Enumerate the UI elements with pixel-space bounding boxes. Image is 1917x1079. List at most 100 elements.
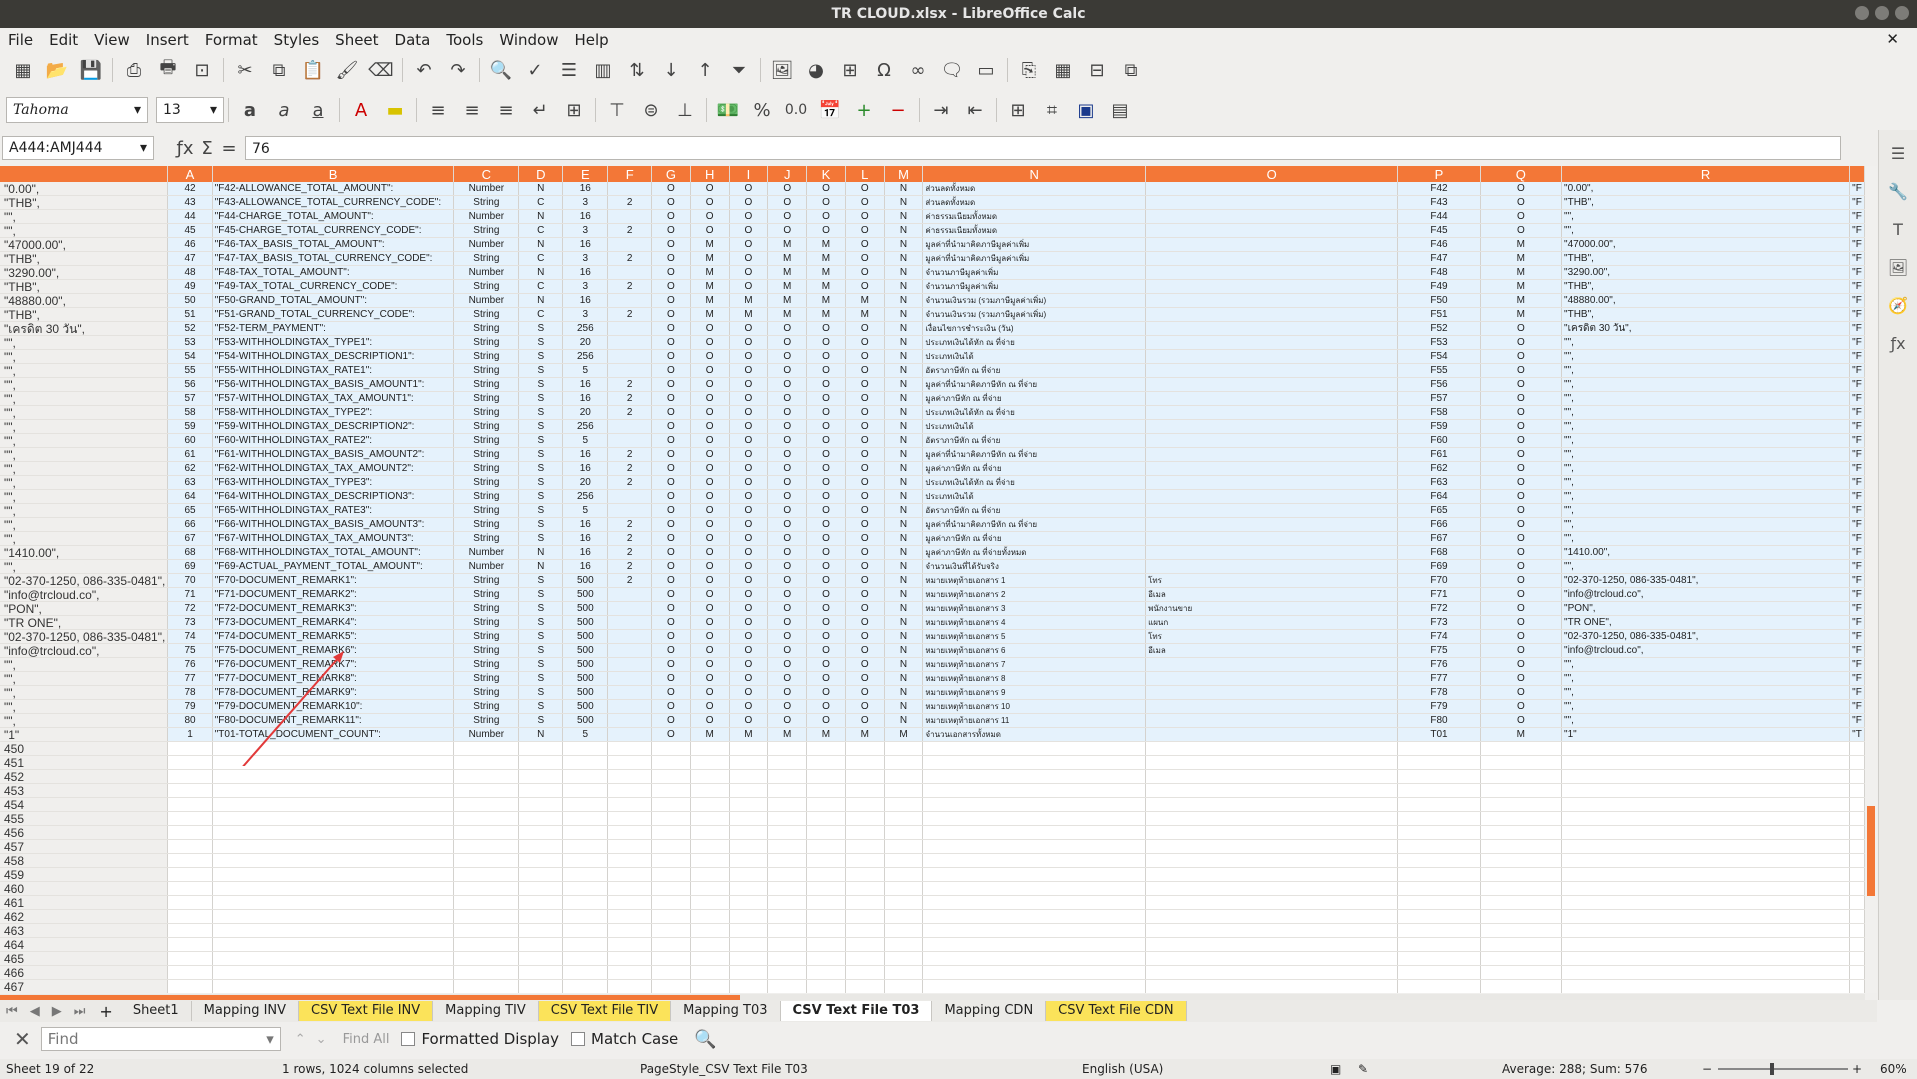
empty-cell[interactable]	[1849, 769, 1865, 784]
menu-format[interactable]: Format	[197, 31, 266, 49]
cell-g[interactable]: O	[651, 251, 691, 266]
cell-p[interactable]: F57	[1397, 391, 1481, 406]
empty-cell[interactable]	[729, 895, 769, 910]
empty-cell[interactable]	[1849, 979, 1865, 993]
cell-b[interactable]: "F47-TAX_BASIS_TOTAL_CURRENCY_CODE":	[212, 251, 455, 266]
empty-cell[interactable]	[729, 965, 769, 980]
empty-cell[interactable]	[690, 923, 730, 938]
cell-b[interactable]: "F73-DOCUMENT_REMARK4":	[212, 615, 455, 630]
empty-cell[interactable]	[607, 951, 653, 966]
table-row[interactable]: "", 63 "F63-WITHHOLDINGTAX_TYPE3": String S 2…	[0, 475, 1865, 490]
cell-r[interactable]: "PON",	[1561, 601, 1851, 616]
cell-f[interactable]: 2	[607, 405, 653, 420]
cell-s[interactable]: "F	[1849, 419, 1865, 434]
cell-b[interactable]: "F53-WITHHOLDINGTAX_TYPE1":	[212, 335, 455, 350]
cell-a[interactable]: 59	[167, 419, 213, 434]
empty-cell[interactable]	[1849, 937, 1865, 952]
empty-cell[interactable]	[1397, 797, 1481, 812]
cell-g[interactable]: O	[651, 349, 691, 364]
cell-k[interactable]: O	[806, 685, 846, 700]
empty-cell[interactable]	[1145, 839, 1399, 854]
cell-k[interactable]: O	[806, 531, 846, 546]
empty-cell[interactable]	[806, 853, 846, 868]
cell-j[interactable]: M	[767, 727, 808, 742]
row-header[interactable]: "",	[0, 461, 169, 476]
cell-m[interactable]: N	[884, 587, 924, 602]
row-header[interactable]: "THB",	[0, 279, 169, 294]
empty-cell[interactable]	[562, 895, 609, 910]
cell-e[interactable]: 3	[562, 279, 609, 294]
cell-a[interactable]: 64	[167, 489, 213, 504]
row-header[interactable]: 462	[0, 909, 169, 924]
properties-icon[interactable]: 🔧	[1886, 182, 1910, 206]
cell-s[interactable]: "F	[1849, 671, 1865, 686]
cell-i[interactable]: O	[729, 559, 769, 574]
cell-r[interactable]: "info@trcloud.co",	[1561, 587, 1851, 602]
cell-n[interactable]: ค่าธรรมเนียมทั้งหมด	[922, 209, 1147, 224]
table-row[interactable]: "1" 1 "T01-TOTAL_DOCUMENT_COUNT": Number N 5 O…	[0, 727, 1865, 742]
cell-f[interactable]: 2	[607, 573, 653, 588]
cell-d[interactable]: N	[518, 182, 564, 196]
table-row[interactable]: "TR ONE", 73 "F73-DOCUMENT_REMARK4": String…	[0, 615, 1865, 630]
empty-cell[interactable]	[1480, 909, 1563, 924]
sort-icon[interactable]: ⇅	[624, 57, 650, 83]
cell-n[interactable]: มูลค่าที่นำมาคิดภาษีมูลค่าเพิ่ม	[922, 237, 1147, 252]
cell-k[interactable]: O	[806, 713, 846, 728]
table-row[interactable]: 458	[0, 853, 1865, 868]
cell-l[interactable]: O	[845, 251, 885, 266]
cell-c[interactable]: String	[453, 405, 520, 420]
cell-h[interactable]: O	[690, 601, 730, 616]
cell-q[interactable]: O	[1480, 363, 1563, 378]
cell-s[interactable]: "F	[1849, 657, 1865, 672]
cell-i[interactable]: O	[729, 182, 769, 196]
cell-k[interactable]: O	[806, 559, 846, 574]
cell-r[interactable]: "info@trcloud.co",	[1561, 643, 1851, 658]
empty-cell[interactable]	[729, 755, 769, 770]
cell-s[interactable]: "F	[1849, 489, 1865, 504]
cell-n[interactable]: จำนวนภาษีมูลค่าเพิ่ม	[922, 279, 1147, 294]
empty-cell[interactable]	[607, 797, 653, 812]
cell-i[interactable]: O	[729, 251, 769, 266]
cell-e[interactable]: 16	[562, 377, 609, 392]
cell-i[interactable]: O	[729, 531, 769, 546]
cell-h[interactable]: M	[690, 251, 730, 266]
cell-m[interactable]: N	[884, 699, 924, 714]
cell-f[interactable]	[607, 727, 653, 742]
cell-f[interactable]: 2	[607, 223, 653, 238]
cell-m[interactable]: N	[884, 363, 924, 378]
cell-l[interactable]: O	[845, 657, 885, 672]
cell-l[interactable]: O	[845, 433, 885, 448]
empty-cell[interactable]	[1849, 811, 1865, 826]
cell-d[interactable]: N	[518, 209, 564, 224]
cell-s[interactable]: "F	[1849, 531, 1865, 546]
cell-m[interactable]: N	[884, 251, 924, 266]
cell-m[interactable]: N	[884, 671, 924, 686]
cell-m[interactable]: N	[884, 657, 924, 672]
cell-b[interactable]: "F44-CHARGE_TOTAL_AMOUNT":	[212, 209, 455, 224]
cell-o[interactable]	[1145, 531, 1399, 546]
empty-cell[interactable]	[562, 951, 609, 966]
empty-cell[interactable]	[607, 825, 653, 840]
cell-c[interactable]: Number	[453, 182, 520, 196]
cell-i[interactable]: O	[729, 377, 769, 392]
cell-e[interactable]: 16	[562, 545, 609, 560]
cell-b[interactable]: "F77-DOCUMENT_REMARK8":	[212, 671, 455, 686]
cell-p[interactable]: F61	[1397, 447, 1481, 462]
cell-b[interactable]: "F65-WITHHOLDINGTAX_RATE3":	[212, 503, 455, 518]
cell-a[interactable]: 62	[167, 461, 213, 476]
cell-l[interactable]: O	[845, 573, 885, 588]
empty-cell[interactable]	[1145, 951, 1399, 966]
empty-cell[interactable]	[806, 937, 846, 952]
empty-cell[interactable]	[1397, 741, 1481, 756]
cell-l[interactable]: O	[845, 713, 885, 728]
menu-data[interactable]: Data	[387, 31, 439, 49]
cell-q[interactable]: O	[1480, 545, 1563, 560]
cell-r[interactable]: "",	[1561, 391, 1851, 406]
empty-cell[interactable]	[1397, 923, 1481, 938]
empty-cell[interactable]	[562, 755, 609, 770]
cell-i[interactable]: O	[729, 601, 769, 616]
cell-a[interactable]: 69	[167, 559, 213, 574]
cell-c[interactable]: String	[453, 629, 520, 644]
cell-g[interactable]: O	[651, 559, 691, 574]
close-window-button[interactable]	[1895, 6, 1909, 20]
